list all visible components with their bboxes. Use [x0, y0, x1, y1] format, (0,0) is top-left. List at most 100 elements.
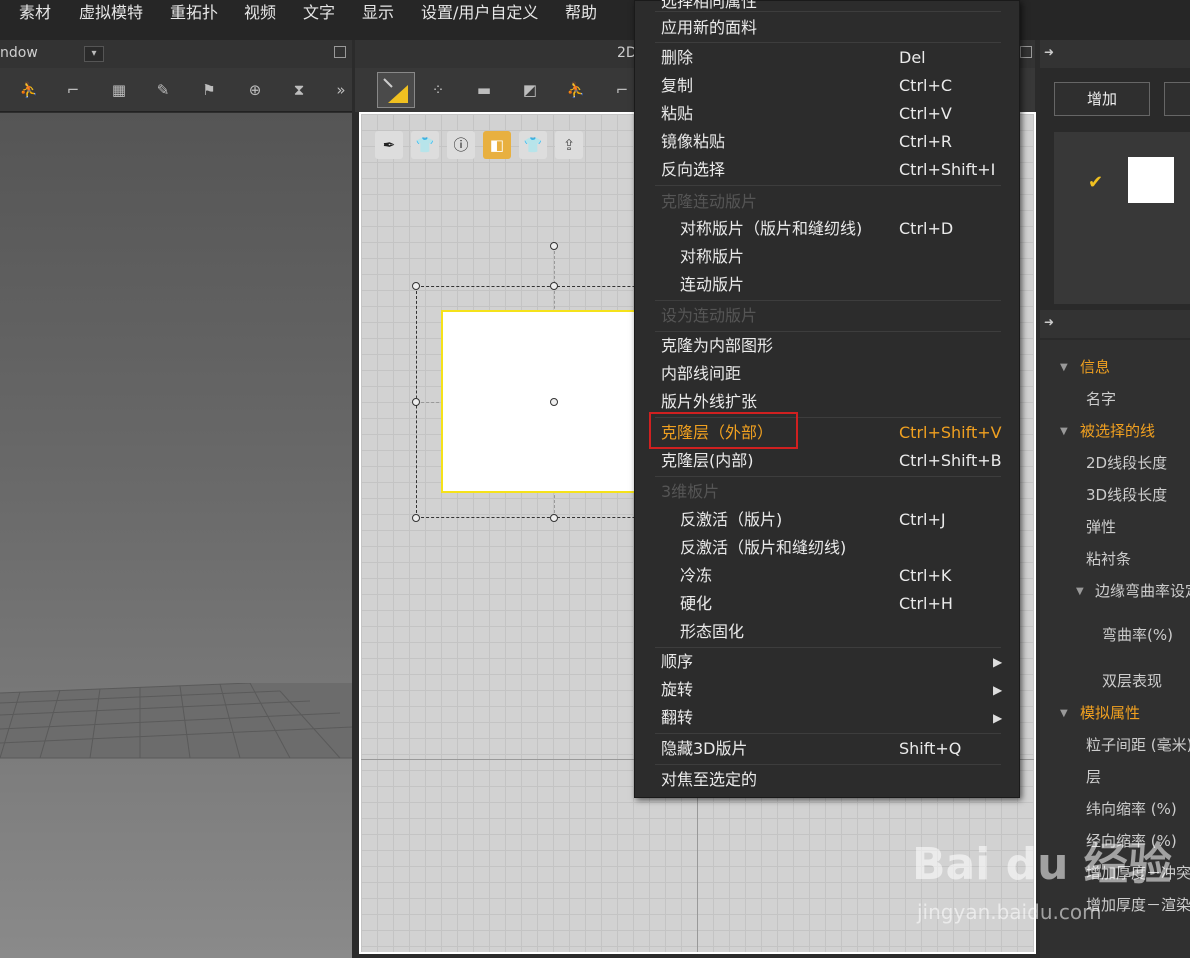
expand-icon[interactable]: »	[330, 80, 352, 100]
zipper-tool-icon[interactable]: ⧗	[288, 80, 310, 100]
section-selected-line[interactable]: 被选择的线	[1080, 420, 1155, 441]
menu-material[interactable]: 素材	[19, 0, 51, 28]
collapse-icon[interactable]: ▼	[1060, 362, 1068, 373]
menu-separator	[655, 185, 1001, 186]
show-line-icon[interactable]: ✒	[375, 131, 403, 159]
add-fabric-button[interactable]: 增加	[1054, 82, 1150, 116]
panel-3d-header: ndow ▾	[0, 40, 352, 68]
scale-handle[interactable]	[550, 282, 558, 290]
mesh-tool-icon[interactable]: ▦	[108, 80, 130, 100]
rectangle-tool-icon[interactable]: ▬	[473, 80, 495, 100]
prop-edge-curvature[interactable]: 边缘弯曲率设定	[1095, 580, 1190, 601]
menu-item-linked[interactable]: 连动版片	[635, 272, 1019, 298]
menu-item-invert-selection[interactable]: 反向选择 Ctrl+Shift+I	[635, 157, 1019, 183]
center-handle[interactable]	[550, 398, 558, 406]
menu-item-paste[interactable]: 粘贴 Ctrl+V	[635, 101, 1019, 127]
check-icon: ✔	[1088, 172, 1104, 193]
menu-avatar[interactable]: 虚拟模特	[79, 0, 143, 28]
menu-settings[interactable]: 设置/用户自定义	[421, 0, 538, 28]
collapse-icon[interactable]: ▼	[1076, 586, 1084, 597]
watermark-url: jingyan.baidu.com	[917, 900, 1102, 924]
arrow-right-icon[interactable]: ➜	[1044, 45, 1054, 59]
viewport-3d[interactable]	[0, 113, 352, 958]
fabric-swatch[interactable]	[1128, 157, 1174, 203]
tape-tool-icon[interactable]: ✎	[152, 80, 174, 100]
menu-separator	[655, 764, 1001, 765]
menu-item-order[interactable]: 顺序 ▶	[635, 649, 1019, 675]
menu-retopology[interactable]: 重拓扑	[170, 0, 218, 28]
menu-item-apply-fabric[interactable]: 应用新的面料	[635, 15, 1019, 41]
scale-handle[interactable]	[412, 398, 420, 406]
garment-ghost-icon[interactable]: 👕	[519, 131, 547, 159]
menu-separator	[655, 647, 1001, 648]
scale-handle[interactable]	[412, 282, 420, 290]
popout-icon[interactable]	[1020, 46, 1032, 58]
prop-curvature: 弯曲率(%)	[1102, 626, 1173, 644]
button-tool-icon[interactable]: ⊕	[244, 80, 266, 100]
submenu-arrow-icon: ▶	[993, 655, 1003, 669]
menu-item-mirror-paste[interactable]: 镜像粘贴 Ctrl+R	[635, 129, 1019, 155]
polygon-tool-icon[interactable]: ◩	[519, 80, 541, 100]
internal-shape-tool-icon[interactable]: ⛹	[565, 80, 587, 100]
fabric-list: ✔	[1054, 132, 1190, 304]
info-icon[interactable]: ⓘ	[447, 131, 475, 159]
menu-separator	[655, 11, 1001, 12]
menu-item-flip[interactable]: 翻转 ▶	[635, 705, 1019, 731]
menu-item-clone-internal-shape[interactable]: 克隆为内部图形	[635, 333, 1019, 359]
scale-handle[interactable]	[412, 514, 420, 522]
window-dropdown[interactable]: ▾	[84, 46, 104, 62]
menu-item-deactivate-seam[interactable]: 反激活（版片和缝纫线)	[635, 535, 1019, 561]
menu-separator	[655, 42, 1001, 43]
menu-item-symmetric[interactable]: 对称版片	[635, 244, 1019, 270]
section-simulation[interactable]: 模拟属性	[1080, 702, 1140, 723]
sew-tool-icon[interactable]: ⌐	[62, 80, 84, 100]
menu-item-freeze[interactable]: 冷冻 Ctrl+K	[635, 563, 1019, 589]
menu-item-copy[interactable]: 复制 Ctrl+C	[635, 73, 1019, 99]
texture-icon[interactable]: ◧	[483, 131, 511, 159]
submenu-arrow-icon: ▶	[993, 711, 1003, 725]
menu-item-deactivate[interactable]: 反激活（版片) Ctrl+J	[635, 507, 1019, 533]
window-label: ndow	[0, 45, 38, 61]
menu-text[interactable]: 文字	[303, 0, 335, 28]
menu-item-delete[interactable]: 删除 Del	[635, 45, 1019, 71]
secondary-button[interactable]	[1164, 82, 1190, 116]
prop-particle-distance: 粒子间距 (毫米)	[1086, 736, 1190, 754]
menu-item-clone-layer-inside[interactable]: 克隆层(内部) Ctrl+Shift+B	[635, 448, 1019, 474]
tack-tool-icon[interactable]: ⚑	[198, 80, 220, 100]
prop-weft-shrink: 纬向缩率 (%)	[1086, 800, 1177, 818]
menu-item-symmetric-seam[interactable]: 对称版片（版片和缝纫线) Ctrl+D	[635, 216, 1019, 242]
sew-2d-tool-icon[interactable]: ⌐	[611, 80, 633, 100]
edit-point-tool-icon[interactable]: ⁘	[427, 80, 449, 100]
menu-item-harden[interactable]: 硬化 Ctrl+H	[635, 591, 1019, 617]
menu-item-hide-3d[interactable]: 隐藏3D版片 Shift+Q	[635, 736, 1019, 762]
menu-item-focus-selected[interactable]: 对焦至选定的	[635, 767, 1019, 793]
prop-name: 名字	[1086, 390, 1117, 408]
avatar-tool-icon[interactable]: ⛹	[18, 80, 40, 100]
section-info[interactable]: 信息	[1080, 356, 1110, 377]
menu-separator	[655, 331, 1001, 332]
arrow-right-icon[interactable]: ➜	[1044, 315, 1054, 329]
scale-handle[interactable]	[550, 514, 558, 522]
menu-display[interactable]: 显示	[362, 0, 394, 28]
floor-grid	[0, 683, 352, 759]
rotate-handle[interactable]	[550, 242, 558, 250]
prop-layer: 层	[1086, 768, 1102, 786]
toolbar-3d: ⛹ ⌐ ▦ ✎ ⚑ ⊕ ⧗ »	[0, 68, 352, 112]
menu-video[interactable]: 视频	[244, 0, 276, 28]
right-panel: ➜ 增加 ✔ ➜ ▼ 信息 名字 ▼ 被选择的线 2D线段长度 3D线段长度 弹…	[1040, 40, 1190, 958]
popout-icon[interactable]	[334, 46, 346, 58]
transform-pattern-tool[interactable]	[377, 72, 415, 108]
pattern-piece[interactable]	[441, 310, 641, 493]
export-icon[interactable]: ⇪	[555, 131, 583, 159]
prop-3d-length: 3D线段长度	[1086, 486, 1168, 504]
submenu-arrow-icon: ▶	[993, 683, 1003, 697]
collapse-icon[interactable]: ▼	[1060, 708, 1068, 719]
show-garment-icon[interactable]: 👕	[411, 131, 439, 159]
menu-item-internal-line-spacing[interactable]: 内部线间距	[635, 361, 1019, 387]
menu-item-select-same[interactable]: 选择相同属性	[635, 0, 1019, 15]
prop-elastic: 弹性	[1086, 518, 1117, 536]
menu-item-solidify[interactable]: 形态固化	[635, 619, 1019, 645]
collapse-icon[interactable]: ▼	[1060, 426, 1068, 437]
menu-item-rotate[interactable]: 旋转 ▶	[635, 677, 1019, 703]
menu-help[interactable]: 帮助	[565, 0, 597, 28]
